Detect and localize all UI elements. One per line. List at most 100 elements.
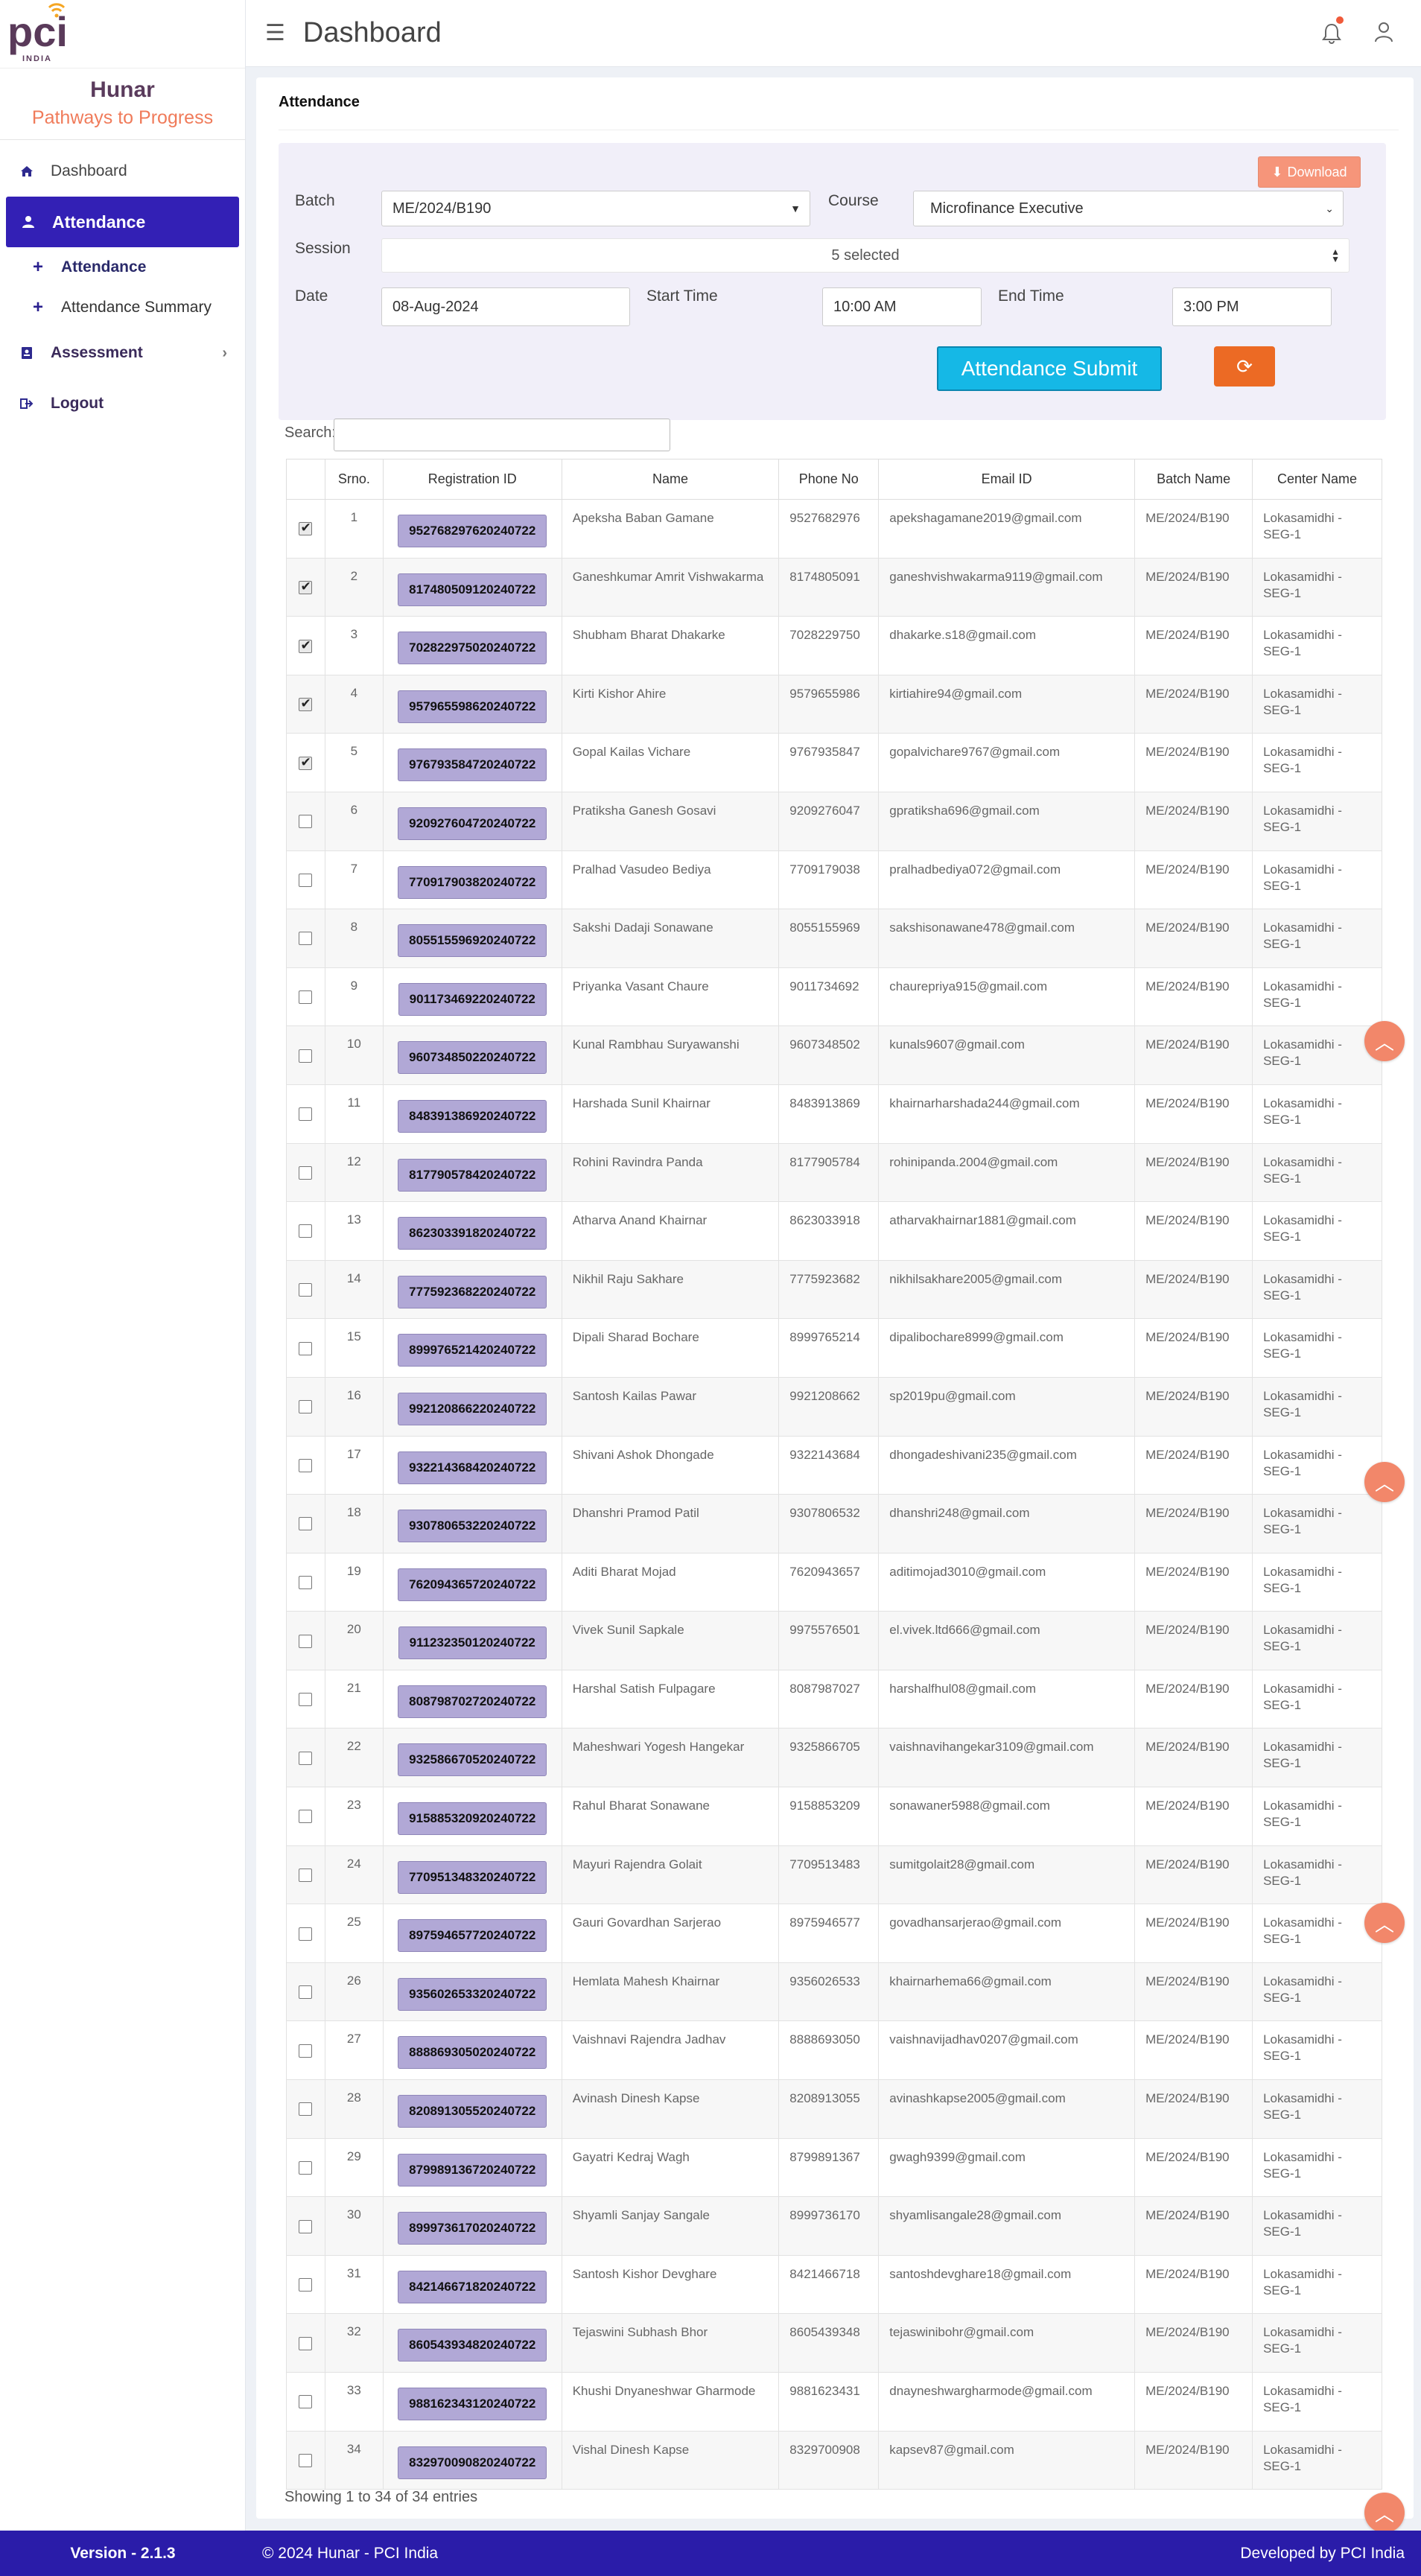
row-checkbox[interactable]	[299, 1341, 313, 1355]
date-input[interactable]: 08-Aug-2024	[381, 287, 630, 326]
batch-cell: ME/2024/B190	[1134, 733, 1253, 792]
row-checkbox[interactable]	[299, 2044, 313, 2058]
chevron-up-icon: ︿	[1374, 1472, 1394, 1495]
name-cell: Rahul Bharat Sonawane	[561, 1787, 780, 1846]
start-time-input[interactable]: 10:00 AM	[822, 287, 982, 326]
row-checkbox[interactable]	[299, 990, 313, 1005]
row-checkbox[interactable]	[299, 2336, 313, 2350]
scroll-to-top-button[interactable]: ︿	[1364, 2493, 1405, 2533]
phone-cell: 9356026533	[778, 1962, 880, 2022]
plus-icon: +	[33, 257, 44, 277]
column-header-registration-id[interactable]: Registration ID	[382, 459, 562, 500]
table-row: 34 832970090820240722 Vishal Dinesh Kapse 8…	[286, 2430, 1382, 2490]
sidebar-subitem-label: Attendance	[61, 258, 147, 276]
row-checkbox[interactable]	[299, 2453, 313, 2467]
session-multiselect[interactable]: 5 selected ▲ ▼	[381, 238, 1350, 273]
sidebar-subitem-attendance[interactable]: + Attendance	[0, 247, 245, 287]
row-checkbox[interactable]	[299, 1810, 313, 1824]
row-checkbox[interactable]	[299, 755, 313, 770]
download-button[interactable]: ⬇ Download	[1258, 156, 1361, 188]
phone-cell: 9881623431	[778, 2372, 880, 2432]
session-value: 5 selected	[831, 247, 900, 264]
registration-id-cell: 911232350120240722	[382, 1611, 562, 1670]
user-profile-icon[interactable]	[1373, 21, 1394, 48]
registration-id-badge: 935602653320240722	[398, 1977, 547, 2011]
row-checkbox[interactable]	[299, 1985, 313, 2000]
email-cell: gwagh9399@gmail.com	[878, 2137, 1136, 2198]
phone-cell: 8623033918	[778, 1201, 880, 1261]
column-header-center[interactable]: Center Name	[1252, 459, 1382, 500]
srno-cell: 8	[324, 909, 384, 968]
row-checkbox[interactable]	[299, 873, 313, 887]
row-checkbox[interactable]	[299, 1049, 313, 1063]
row-checkbox[interactable]	[299, 2219, 313, 2233]
registration-id-badge: 957965598620240722	[398, 690, 547, 723]
sidebar-item-logout[interactable]: Logout	[0, 378, 245, 429]
center-cell: Lokasamidhi - SEG-1	[1252, 1552, 1382, 1612]
batch-select[interactable]: ME/2024/B190 ▼	[381, 191, 810, 226]
srno-cell: 21	[324, 1669, 384, 1729]
column-header-select[interactable]	[286, 459, 325, 500]
srno-cell: 5	[324, 733, 384, 792]
email-cell: sp2019pu@gmail.com	[878, 1376, 1136, 1437]
table-row: 29 879989136720240722 Gayatri Kedraj Wagh 8…	[286, 2137, 1382, 2198]
row-checkbox[interactable]	[299, 1400, 313, 1414]
row-checkbox[interactable]	[299, 2102, 313, 2117]
row-checkbox[interactable]	[299, 932, 313, 946]
logout-icon	[19, 396, 34, 411]
attendance-submit-button[interactable]: Attendance Submit	[937, 346, 1162, 391]
row-checkbox[interactable]	[299, 1634, 313, 1648]
row-checkbox[interactable]	[299, 1868, 313, 1882]
row-checkbox[interactable]	[299, 521, 313, 536]
row-checkbox[interactable]	[299, 2160, 313, 2175]
column-header-batch[interactable]: Batch Name	[1134, 459, 1253, 500]
scroll-to-top-button[interactable]: ︿	[1364, 1462, 1405, 1502]
table-row: 5 976793584720240722 Gopal Kailas Vichare9…	[286, 733, 1382, 792]
center-cell: Lokasamidhi - SEG-1	[1252, 1845, 1382, 1905]
row-checkbox[interactable]	[299, 1224, 313, 1238]
sidebar-item-attendance[interactable]: Attendance	[6, 197, 239, 247]
column-header-name[interactable]: Name	[561, 459, 780, 500]
menu-toggle-icon[interactable]: ☰	[265, 20, 285, 46]
row-checkbox[interactable]	[299, 579, 313, 594]
row-checkbox[interactable]	[299, 1107, 313, 1122]
registration-id-badge: 960734850220240722	[398, 1041, 547, 1075]
sidebar-subitem-attendance-summary[interactable]: + Attendance Summary	[0, 287, 245, 328]
registration-id-badge: 911232350120240722	[398, 1626, 547, 1660]
batch-cell: ME/2024/B190	[1134, 2254, 1253, 2315]
batch-cell: ME/2024/B190	[1134, 2372, 1253, 2432]
row-checkbox[interactable]	[299, 1165, 313, 1180]
sidebar-item-assessment[interactable]: Assessment ›	[0, 328, 245, 378]
registration-id-cell: 930780653220240722	[382, 1494, 562, 1553]
row-checkbox[interactable]	[299, 1751, 313, 1765]
column-header-srno[interactable]: Srno.	[324, 459, 384, 500]
search-input[interactable]	[334, 419, 670, 451]
course-select[interactable]: Microfinance Executive ⌄	[913, 191, 1344, 226]
column-header-phone[interactable]: Phone No	[778, 459, 880, 500]
row-checkbox[interactable]	[299, 696, 313, 712]
registration-id-badge: 952768297620240722	[398, 515, 547, 547]
sidebar-item-dashboard[interactable]: Dashboard	[0, 146, 245, 197]
srno-cell: 9	[324, 967, 384, 1027]
row-checkbox[interactable]	[299, 2395, 313, 2409]
row-checkbox[interactable]	[299, 815, 313, 829]
row-checkbox[interactable]	[299, 1693, 313, 1707]
row-checkbox[interactable]	[299, 1576, 313, 1589]
name-cell: Hemlata Mahesh Khairnar	[561, 1962, 780, 2022]
row-checkbox[interactable]	[299, 1517, 313, 1531]
srno-cell: 31	[324, 2254, 384, 2315]
column-header-email[interactable]: Email ID	[878, 459, 1136, 500]
scroll-to-top-button[interactable]: ︿	[1364, 1903, 1405, 1943]
row-checkbox[interactable]	[299, 2278, 313, 2292]
email-cell: rohinipanda.2004@gmail.com	[878, 1142, 1136, 1203]
notification-bell-icon[interactable]	[1321, 22, 1342, 50]
refresh-button[interactable]: ⟳	[1214, 346, 1275, 387]
registration-id-cell: 879989136720240722	[382, 2137, 562, 2198]
end-time-input[interactable]: 3:00 PM	[1172, 287, 1332, 326]
row-checkbox[interactable]	[299, 1458, 313, 1472]
row-checkbox[interactable]	[299, 1927, 313, 1941]
sidebar-subitem-label: Attendance Summary	[61, 299, 212, 316]
row-checkbox[interactable]	[299, 638, 313, 653]
row-checkbox[interactable]	[299, 1283, 313, 1297]
scroll-to-top-button[interactable]: ︿	[1364, 1021, 1405, 1061]
